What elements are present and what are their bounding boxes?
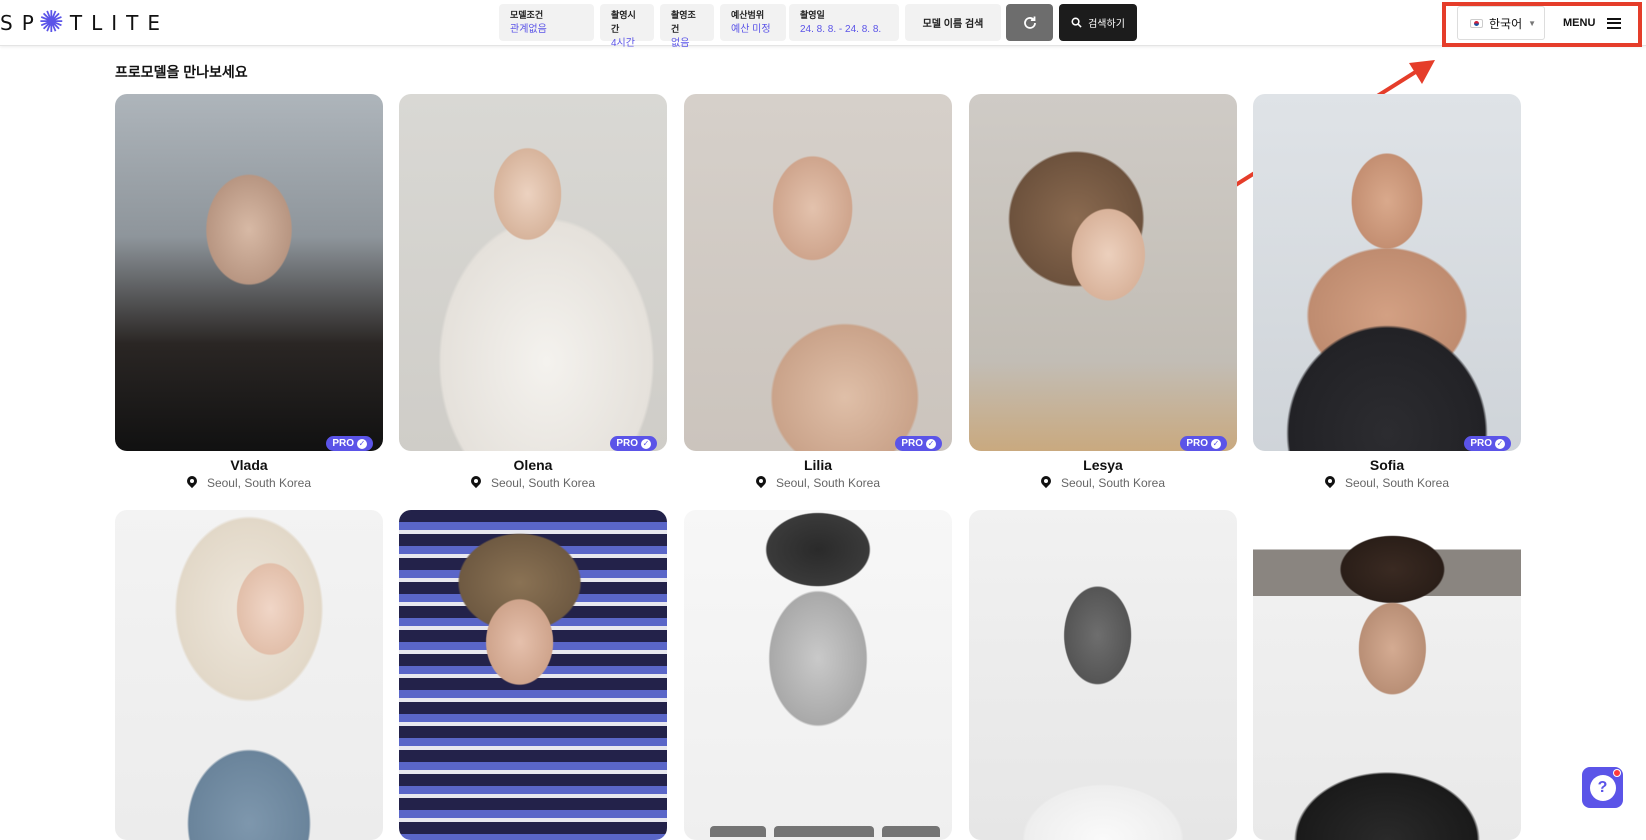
filter-model-condition[interactable]: 모델조건 관계없음 [499,4,594,41]
section-title: 프로모델을 만나보세요 [115,64,248,80]
model-name[interactable]: Olena [399,457,667,473]
filter-shoot-duration[interactable]: 촬영시간 4시간 [600,4,654,49]
image-viewer-toolbar [710,826,940,837]
model-card[interactable] [969,510,1237,840]
pro-badge: PRO ✓ [1464,436,1511,451]
model-location: Seoul, South Korea [1253,476,1521,490]
search-button-label: 검색하기 [1088,19,1125,30]
model-card[interactable]: PRO ✓ Sofia Seoul, South Korea [1253,94,1521,490]
check-icon: ✓ [357,438,367,449]
filter-label: 촬영시간 [611,10,636,34]
annotation-highlight-box [1442,2,1642,47]
sparkle-logo-icon: ✺ [38,5,64,40]
refresh-button[interactable] [1006,4,1053,41]
model-photo[interactable] [1253,510,1521,840]
location-pin-icon [1325,476,1335,490]
model-card[interactable]: PRO ✓ Olena Seoul, South Korea [399,94,667,490]
pro-badge: PRO ✓ [326,436,373,451]
pro-badge: PRO ✓ [610,436,657,451]
model-photo[interactable]: PRO ✓ [115,94,383,451]
model-card[interactable]: PRO ✓ Lilia Seoul, South Korea [684,94,952,490]
filter-budget-range[interactable]: 예산범위 예산 미정 [720,4,786,41]
model-card[interactable]: PRO ✓ Vlada Seoul, South Korea [115,94,383,490]
model-card[interactable] [115,510,383,840]
filter-shoot-date[interactable]: 촬영일 24. 8. 8. - 24. 8. 8. [789,4,899,41]
model-photo[interactable]: PRO ✓ [1253,94,1521,451]
model-card[interactable] [684,510,952,840]
refresh-icon [1023,16,1036,29]
filter-label: 예산범위 [731,10,765,20]
question-icon: ? [1589,774,1616,801]
model-name[interactable]: Sofia [1253,457,1521,473]
pro-badge: PRO ✓ [1180,436,1227,451]
model-name[interactable]: Lilia [684,457,952,473]
model-location: Seoul, South Korea [115,476,383,490]
check-icon: ✓ [1495,438,1505,449]
filter-label: 모델조건 [510,10,544,20]
model-photo[interactable] [399,510,667,840]
location-pin-icon [1041,476,1051,490]
model-photo[interactable]: PRO ✓ [399,94,667,451]
model-card[interactable] [1253,510,1521,840]
pro-badge: PRO ✓ [895,436,942,451]
location-pin-icon [756,476,766,490]
filter-shoot-condition[interactable]: 촬영조건 없음 [660,4,714,49]
model-photo[interactable] [115,510,383,840]
filter-value: 관계없음 [510,24,547,35]
model-card[interactable] [399,510,667,840]
filter-label: 촬영일 [800,10,825,20]
filter-value: 없음 [671,38,690,49]
location-pin-icon [471,476,481,490]
top-navigation-bar: SP ✺ TLITE 모델조건 관계없음 촬영시간 4시간 촬영조건 없음 예산범위… [0,0,1646,49]
location-pin-icon [187,476,197,490]
search-button[interactable]: 검색하기 [1059,4,1137,41]
model-photo[interactable] [969,510,1237,840]
check-icon: ✓ [641,438,651,449]
spotlite-logo[interactable]: SP ✺ TLITE [0,6,169,40]
check-icon: ✓ [1211,438,1221,449]
filter-value: 예산 미정 [731,24,771,35]
filter-value: 4시간 [611,38,635,49]
model-location: Seoul, South Korea [969,476,1237,490]
model-location: Seoul, South Korea [684,476,952,490]
check-icon: ✓ [926,438,936,449]
help-chat-button[interactable]: ? [1582,767,1623,808]
model-name-search-button[interactable]: 모델 이름 검색 [905,4,1001,41]
search-icon [1071,17,1082,28]
model-location: Seoul, South Korea [399,476,667,490]
model-photo[interactable]: PRO ✓ [684,94,952,451]
model-photo[interactable]: PRO ✓ [969,94,1237,451]
filter-value: 24. 8. 8. - 24. 8. 8. [800,24,882,35]
model-card[interactable]: PRO ✓ Lesya Seoul, South Korea [969,94,1237,490]
model-name[interactable]: Lesya [969,457,1237,473]
filter-label: 촬영조건 [671,10,696,34]
model-name[interactable]: Vlada [115,457,383,473]
model-photo[interactable] [684,510,952,840]
notification-dot [1613,769,1621,777]
